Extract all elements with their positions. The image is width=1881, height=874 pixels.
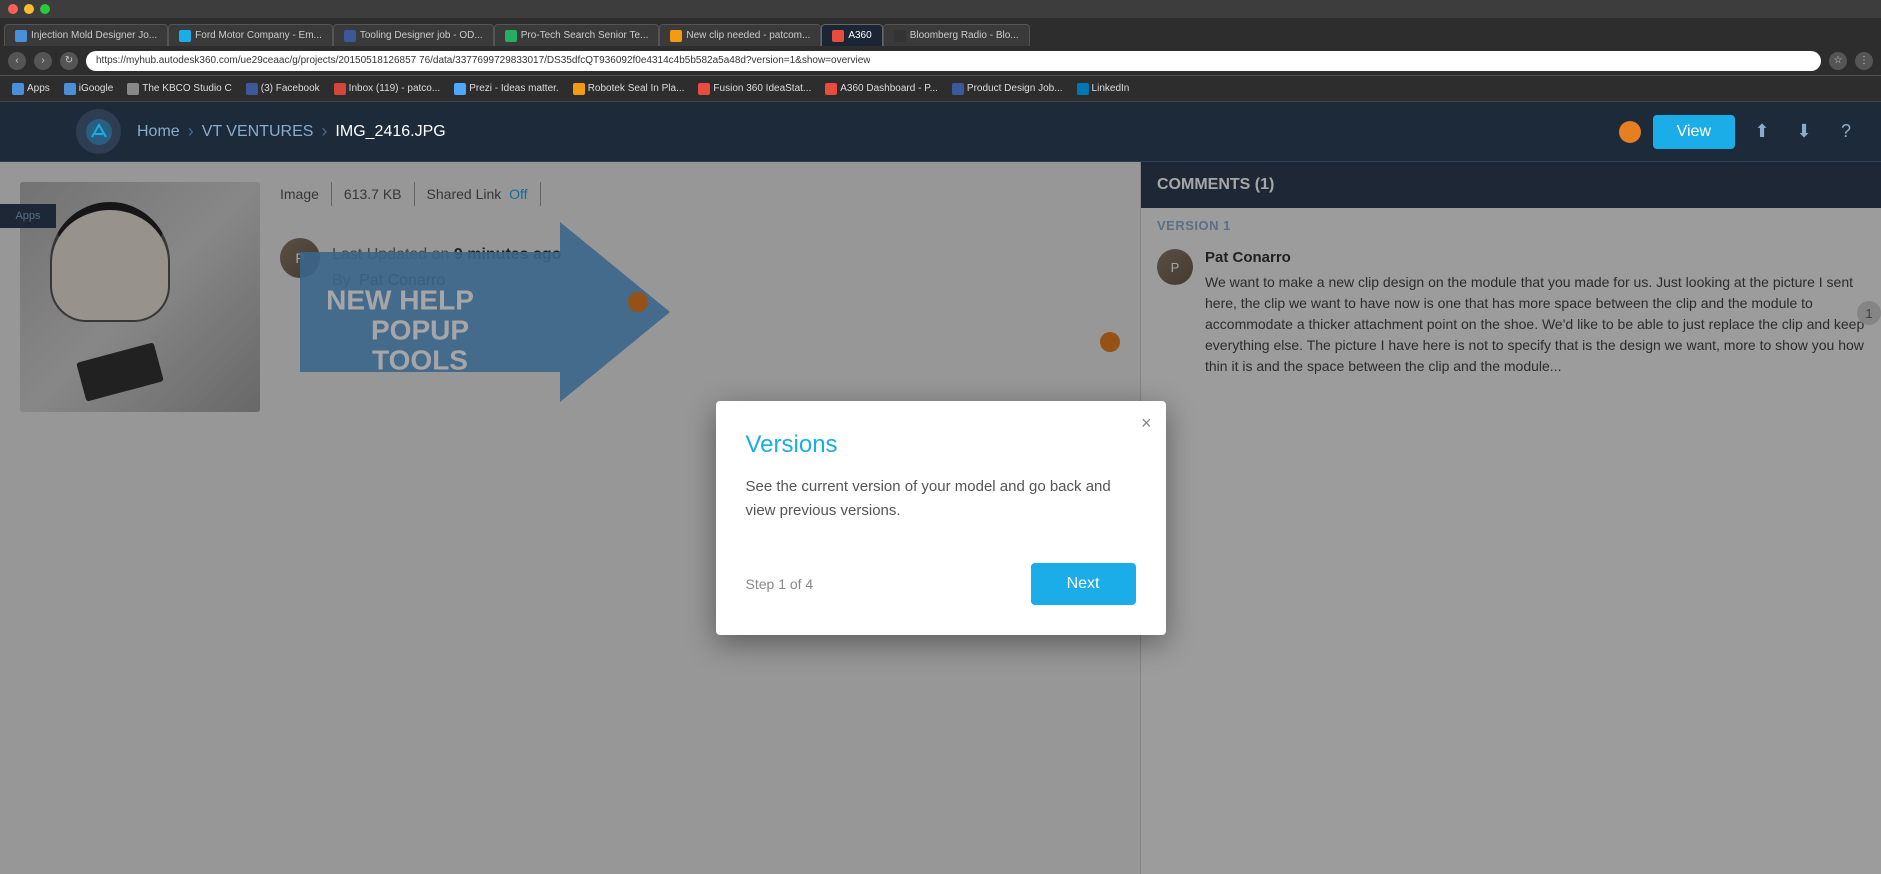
tab-bar: Injection Mold Designer Jo... Ford Motor… bbox=[0, 18, 1881, 46]
tab-tooling-designer[interactable]: Tooling Designer job - OD... bbox=[333, 24, 494, 46]
app-area: Apps Home › VT VENTURES › IMG_2416.JPG V… bbox=[0, 102, 1881, 874]
tab-label: Pro-Tech Search Senior Te... bbox=[521, 30, 649, 41]
address-bar: ‹ › ↻ https://myhub.autodesk360.com/ue29… bbox=[0, 46, 1881, 76]
bookmark-star[interactable]: ☆ bbox=[1829, 52, 1847, 70]
tab-bloomberg[interactable]: Bloomberg Radio - Blo... bbox=[883, 24, 1030, 46]
breadcrumb-project[interactable]: VT VENTURES bbox=[202, 123, 314, 141]
bookmark-linkedin[interactable]: LinkedIn bbox=[1071, 81, 1136, 97]
bookmark-label: Fusion 360 IdeaStat... bbox=[713, 83, 811, 94]
bookmark-facebook[interactable]: (3) Facebook bbox=[240, 81, 326, 97]
tab-new-clip[interactable]: New clip needed - patcom... bbox=[659, 24, 821, 46]
breadcrumb-separator-1: › bbox=[188, 121, 194, 142]
bookmark-apps[interactable]: Apps bbox=[6, 81, 56, 97]
modal-title: Versions bbox=[746, 431, 1136, 459]
breadcrumb-home[interactable]: Home bbox=[137, 123, 180, 141]
bookmark-icon bbox=[573, 83, 585, 95]
share-button[interactable]: ⬆ bbox=[1747, 117, 1777, 147]
bookmark-icon bbox=[1077, 83, 1089, 95]
autodesk-logo-icon bbox=[84, 117, 114, 147]
bookmark-label: LinkedIn bbox=[1092, 83, 1130, 94]
breadcrumb: Home › VT VENTURES › IMG_2416.JPG bbox=[137, 121, 446, 142]
bookmark-product-design[interactable]: Product Design Job... bbox=[946, 81, 1069, 97]
bookmark-label: Robotek Seal In Pla... bbox=[588, 83, 685, 94]
next-button[interactable]: Next bbox=[1031, 563, 1136, 605]
bookmark-icon bbox=[12, 83, 24, 95]
bookmark-label: A360 Dashboard - P... bbox=[840, 83, 938, 94]
bookmark-label: (3) Facebook bbox=[261, 83, 320, 94]
back-button[interactable]: ‹ bbox=[8, 52, 26, 70]
bookmark-label: iGoogle bbox=[79, 83, 113, 94]
fullscreen-window-button[interactable] bbox=[40, 4, 50, 14]
bookmark-icon bbox=[454, 83, 466, 95]
minimize-window-button[interactable] bbox=[24, 4, 34, 14]
bookmark-inbox[interactable]: Inbox (119) - patco... bbox=[328, 81, 447, 97]
user-notification-dot bbox=[1619, 121, 1641, 143]
help-button[interactable]: ? bbox=[1831, 117, 1861, 147]
versions-modal: × Versions See the current version of yo… bbox=[716, 401, 1166, 635]
modal-body: See the current version of your model an… bbox=[746, 475, 1136, 523]
bookmark-label: Apps bbox=[27, 83, 50, 94]
modal-close-button[interactable]: × bbox=[1141, 413, 1152, 434]
bookmark-a360-dashboard[interactable]: A360 Dashboard - P... bbox=[819, 81, 944, 97]
bookmark-label: Prezi - Ideas matter. bbox=[469, 83, 558, 94]
tab-label: New clip needed - patcom... bbox=[686, 30, 810, 41]
view-button[interactable]: View bbox=[1653, 115, 1735, 149]
tab-favicon bbox=[670, 30, 682, 42]
tab-favicon bbox=[344, 30, 356, 42]
bookmark-igoogle[interactable]: iGoogle bbox=[58, 81, 119, 97]
tab-label: Bloomberg Radio - Blo... bbox=[910, 30, 1019, 41]
bookmark-label: Product Design Job... bbox=[967, 83, 1063, 94]
tab-label: A360 bbox=[848, 30, 871, 41]
tab-favicon bbox=[179, 30, 191, 42]
bookmark-prezi[interactable]: Prezi - Ideas matter. bbox=[448, 81, 564, 97]
step-indicator: Step 1 of 4 bbox=[746, 576, 814, 592]
bookmark-label: Inbox (119) - patco... bbox=[349, 83, 441, 94]
url-text: https://myhub.autodesk360.com/ue29ceaac/… bbox=[96, 55, 870, 66]
main-content: NEW HELP POPUP TOOLS Image bbox=[0, 162, 1881, 874]
bookmark-robotek[interactable]: Robotek Seal In Pla... bbox=[567, 81, 691, 97]
breadcrumb-separator-2: › bbox=[321, 121, 327, 142]
bookmark-label: The KBCO Studio C bbox=[142, 83, 231, 94]
tab-favicon bbox=[832, 30, 844, 42]
tab-favicon bbox=[505, 30, 517, 42]
bookmarks-bar: Apps iGoogle The KBCO Studio C (3) Faceb… bbox=[0, 76, 1881, 102]
bookmark-icon bbox=[698, 83, 710, 95]
tab-label: Injection Mold Designer Jo... bbox=[31, 30, 157, 41]
top-nav: Apps Home › VT VENTURES › IMG_2416.JPG V… bbox=[0, 102, 1881, 162]
bookmark-icon bbox=[952, 83, 964, 95]
tab-favicon bbox=[15, 30, 27, 42]
tab-ford-motor[interactable]: Ford Motor Company - Em... bbox=[168, 24, 333, 46]
tab-favicon bbox=[894, 30, 906, 42]
breadcrumb-file: IMG_2416.JPG bbox=[335, 123, 445, 141]
tab-label: Ford Motor Company - Em... bbox=[195, 30, 322, 41]
bookmark-icon bbox=[64, 83, 76, 95]
tab-label: Tooling Designer job - OD... bbox=[360, 30, 483, 41]
autodesk-logo[interactable] bbox=[76, 109, 121, 154]
nav-right: View ⬆ ⬇ ? bbox=[1619, 115, 1861, 149]
url-bar[interactable]: https://myhub.autodesk360.com/ue29ceaac/… bbox=[86, 51, 1821, 71]
bookmark-kbco[interactable]: The KBCO Studio C bbox=[121, 81, 237, 97]
bookmark-icon bbox=[127, 83, 139, 95]
forward-button[interactable]: › bbox=[34, 52, 52, 70]
tab-a360[interactable]: A360 bbox=[821, 24, 882, 46]
download-button[interactable]: ⬇ bbox=[1789, 117, 1819, 147]
tab-protech-search[interactable]: Pro-Tech Search Senior Te... bbox=[494, 24, 660, 46]
browser-chrome bbox=[0, 0, 1881, 18]
settings-button[interactable]: ⋮ bbox=[1855, 52, 1873, 70]
modal-footer: Step 1 of 4 Next bbox=[746, 563, 1136, 605]
bookmark-fusion360[interactable]: Fusion 360 IdeaStat... bbox=[692, 81, 817, 97]
modal-overlay[interactable]: × Versions See the current version of yo… bbox=[0, 162, 1881, 874]
close-window-button[interactable] bbox=[8, 4, 18, 14]
refresh-button[interactable]: ↻ bbox=[60, 52, 78, 70]
bookmark-icon bbox=[825, 83, 837, 95]
tab-injection-mold[interactable]: Injection Mold Designer Jo... bbox=[4, 24, 168, 46]
bookmark-icon bbox=[246, 83, 258, 95]
bookmark-icon bbox=[334, 83, 346, 95]
